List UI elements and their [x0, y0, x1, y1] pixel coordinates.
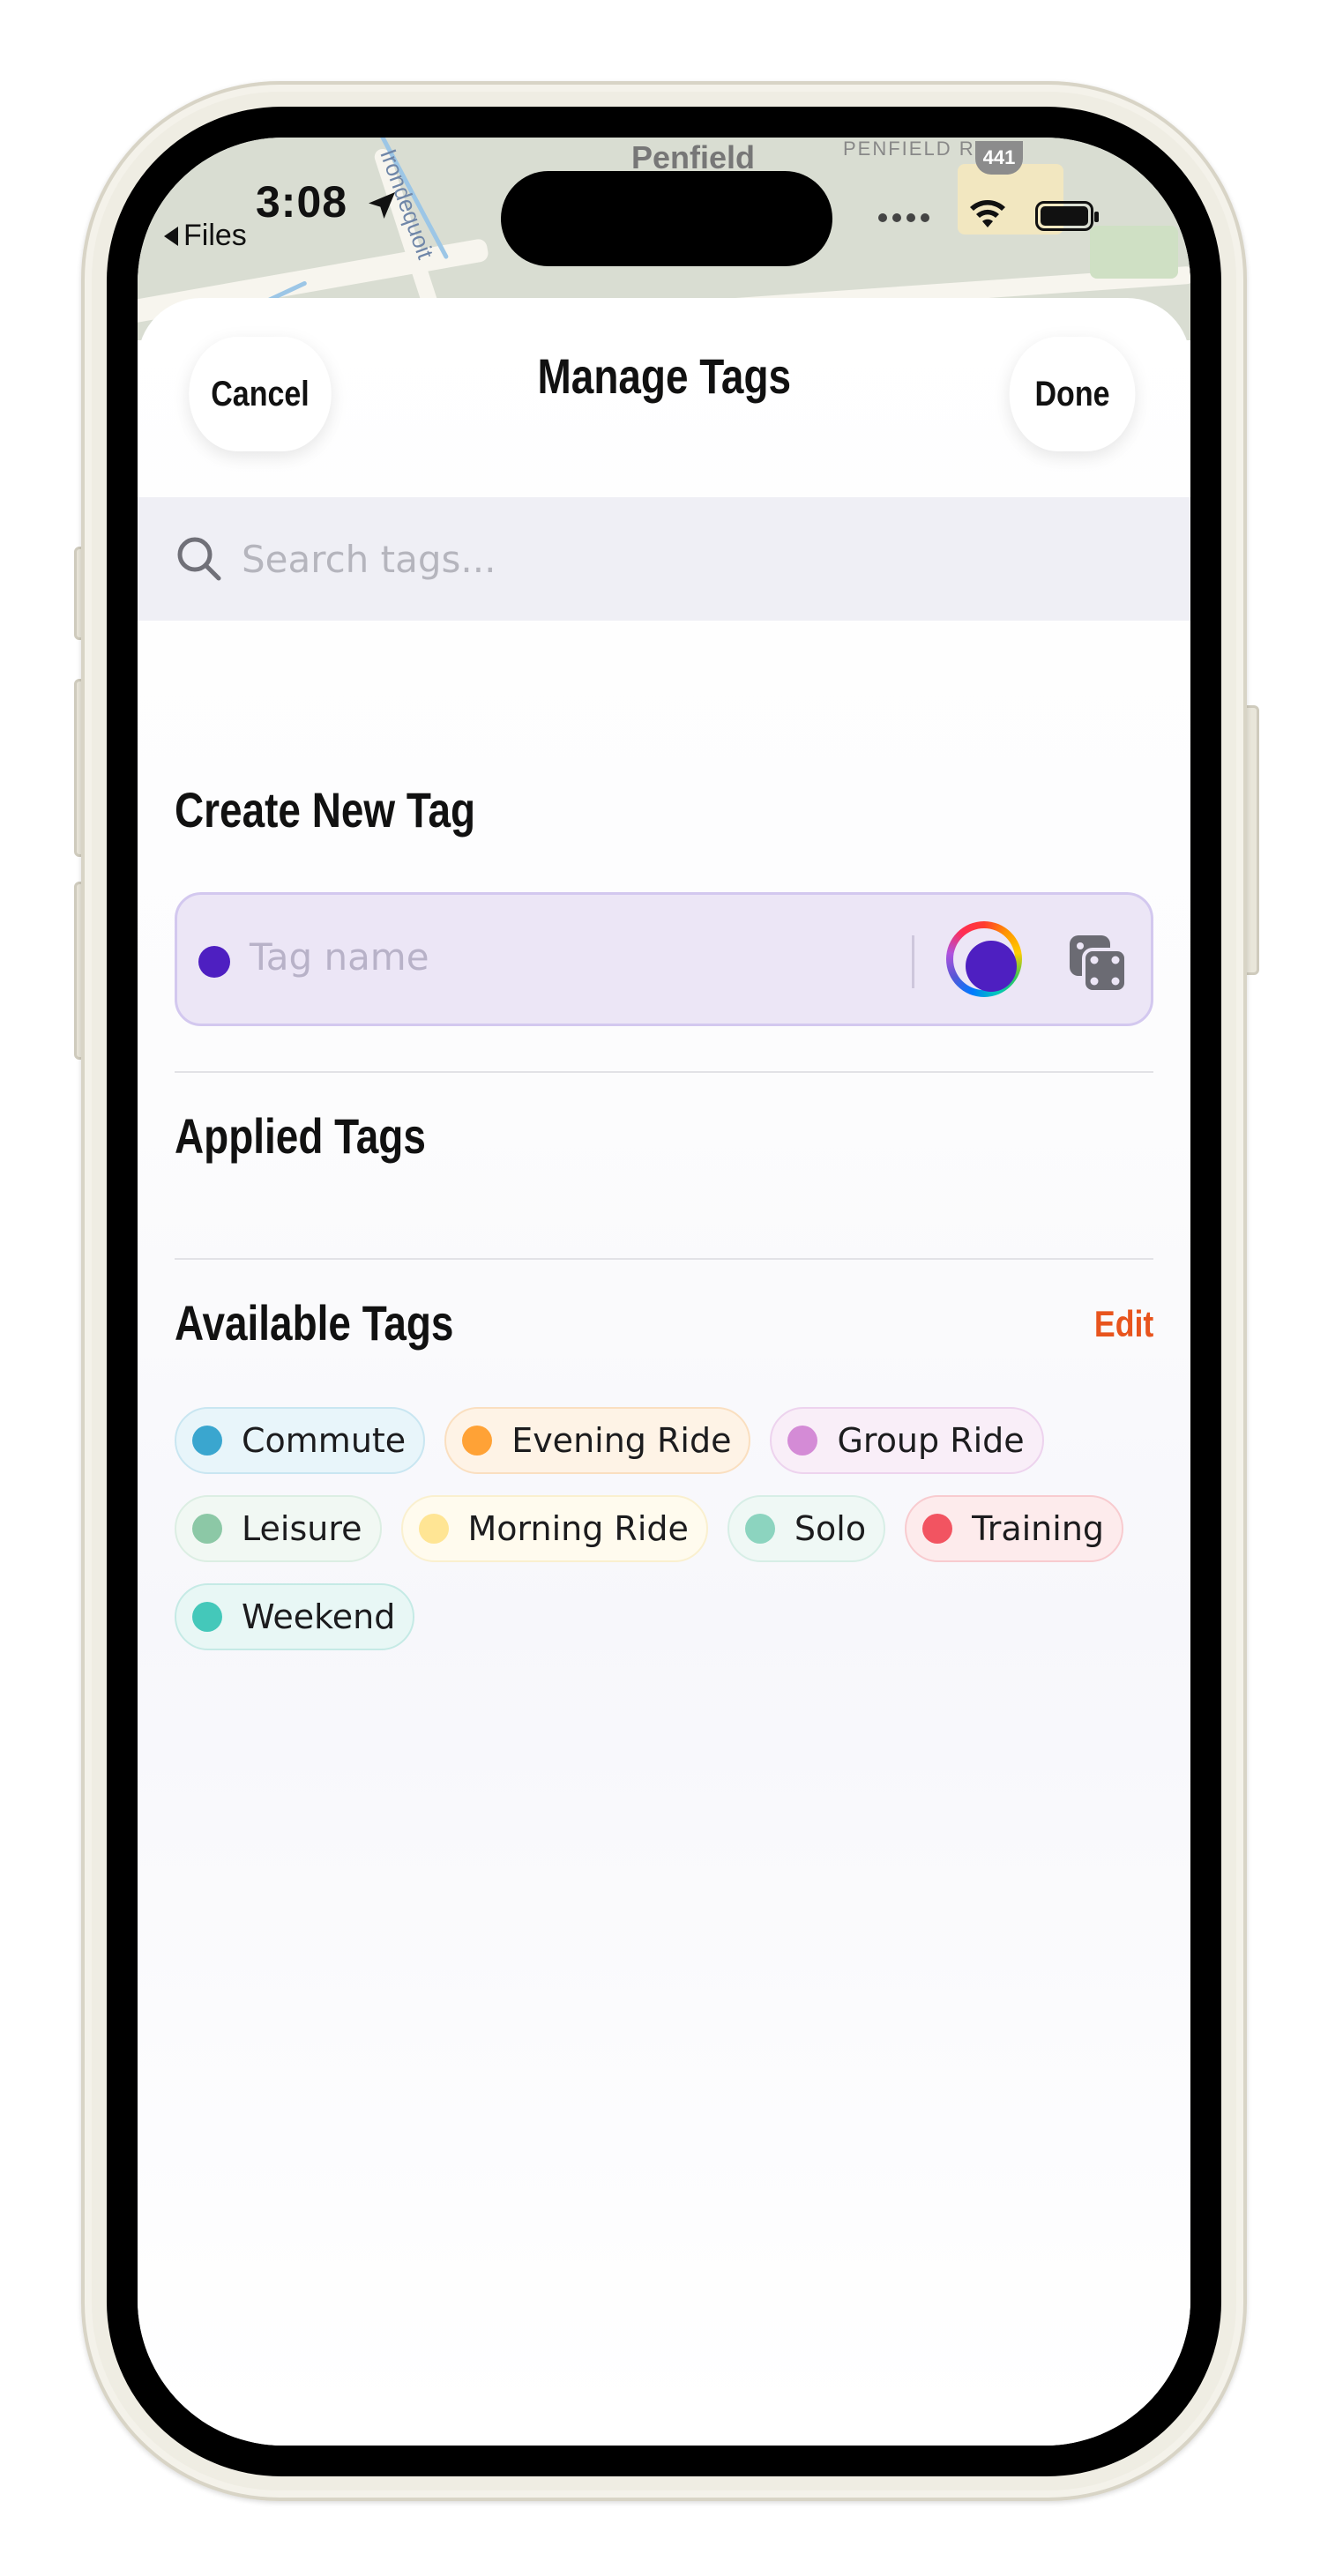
back-app-label: Files	[183, 219, 247, 252]
location-arrow-icon	[368, 191, 395, 219]
color-picker-button[interactable]	[946, 921, 1022, 997]
tag-chip-weekend[interactable]: Weekend	[175, 1583, 415, 1650]
tag-color-dot	[922, 1514, 953, 1544]
battery-icon	[1035, 201, 1099, 231]
tag-chip-group-ride[interactable]: Group Ride	[770, 1407, 1044, 1474]
tag-label: Group Ride	[837, 1421, 1025, 1460]
tag-label: Solo	[794, 1509, 867, 1548]
tag-color-dot	[192, 1514, 222, 1544]
edit-tags-button[interactable]: Edit	[1094, 1303, 1153, 1345]
tag-label: Commute	[242, 1421, 407, 1460]
done-label: Done	[1034, 374, 1110, 413]
tag-label: Evening Ride	[511, 1421, 732, 1460]
search-bar[interactable]: Search tags...	[138, 497, 1190, 621]
tag-label: Morning Ride	[467, 1509, 689, 1548]
page-title-text: Manage Tags	[537, 348, 791, 404]
tag-color-dot	[744, 1514, 775, 1544]
tag-chip-commute[interactable]: Commute	[175, 1407, 426, 1474]
tag-color-dot	[192, 1426, 222, 1456]
back-to-app-button[interactable]: Files	[164, 219, 247, 253]
search-input[interactable]: Search tags...	[242, 538, 496, 581]
route-shield-icon: 441	[975, 141, 1023, 175]
available-tags-heading: Available Tags	[175, 1295, 454, 1351]
done-button[interactable]: Done	[1009, 337, 1136, 451]
tag-color-dot	[462, 1426, 493, 1456]
wifi-icon	[970, 200, 1005, 227]
tag-chip-evening-ride[interactable]: Evening Ride	[444, 1407, 751, 1474]
tag-label: Leisure	[242, 1509, 362, 1548]
dice-icon[interactable]	[1068, 934, 1130, 995]
map-road-label: PENFIELD RD	[843, 138, 991, 160]
search-icon	[177, 537, 221, 581]
tag-chip-leisure[interactable]: Leisure	[175, 1495, 382, 1562]
available-tags-list: Commute Evening Ride Group Ride Leisure …	[175, 1407, 1155, 1650]
manage-tags-sheet: Cancel Manage Tags Done Search tags... C…	[138, 298, 1190, 2446]
dynamic-island	[501, 171, 832, 266]
create-new-tag-heading: Create New Tag	[175, 782, 476, 838]
tag-color-dot	[192, 1602, 222, 1632]
tag-label: Weekend	[242, 1597, 396, 1636]
status-time: 3:08	[256, 176, 399, 227]
tag-chip-solo[interactable]: Solo	[727, 1495, 886, 1562]
tag-name-field[interactable]: Tag name	[175, 892, 1153, 1026]
input-separator	[912, 935, 914, 988]
tag-color-dot	[418, 1514, 449, 1544]
route-shield-label: 441	[982, 146, 1016, 168]
divider	[175, 1258, 1153, 1260]
applied-tags-heading: Applied Tags	[175, 1108, 426, 1164]
divider	[175, 1071, 1153, 1073]
tag-chip-morning-ride[interactable]: Morning Ride	[400, 1495, 708, 1562]
tag-name-input[interactable]: Tag name	[250, 935, 429, 979]
phone-screen: Penfield PENFIELD RD Irondequoit 441 3:0…	[138, 138, 1190, 2446]
tag-label: Training	[972, 1509, 1105, 1548]
tag-color-indicator	[198, 946, 230, 978]
back-triangle-icon	[164, 226, 178, 246]
cellular-signal-icon	[878, 213, 929, 222]
status-time-text: 3:08	[256, 177, 348, 227]
tag-color-dot	[787, 1426, 818, 1456]
tag-chip-training[interactable]: Training	[905, 1495, 1124, 1562]
